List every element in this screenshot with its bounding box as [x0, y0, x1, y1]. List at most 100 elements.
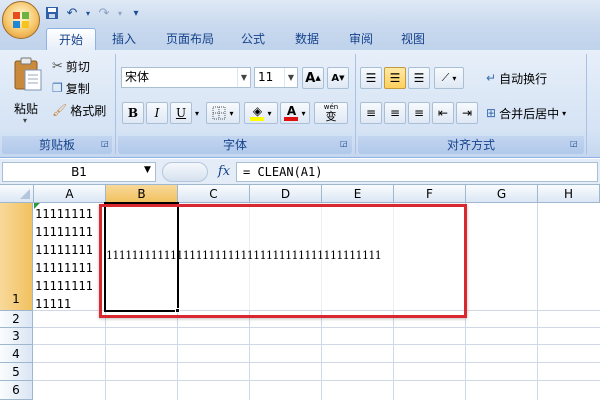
formula-input[interactable]: = CLEAN(A1)	[236, 162, 598, 182]
tab-page-layout[interactable]: 页面布局	[158, 28, 222, 50]
tab-data[interactable]: 数据	[287, 28, 327, 50]
column-header-e[interactable]: E	[322, 185, 394, 203]
chevron-down-icon[interactable]: ▼	[237, 68, 250, 87]
row-header-6[interactable]: 6	[0, 381, 33, 400]
quick-access-toolbar: ↶ ▾ ↷ ▾ ▾	[44, 3, 144, 23]
worksheet-grid[interactable]: A B C D E F G H 1 2 3 4 5 6 11111111 111…	[0, 185, 600, 400]
clipboard-launcher-icon[interactable]: ◲	[101, 139, 111, 149]
customize-icon[interactable]: ▾	[128, 5, 144, 21]
undo-dropdown-icon[interactable]: ▾	[84, 5, 92, 21]
name-box[interactable]: B1	[2, 162, 156, 182]
tab-view[interactable]: 视图	[393, 28, 433, 50]
office-button[interactable]	[2, 1, 40, 39]
orientation-button[interactable]: ⟋ ▾	[434, 67, 464, 89]
tab-insert[interactable]: 插入	[104, 28, 144, 50]
cell-a1-line: 11111111	[35, 207, 93, 221]
row-header-5[interactable]: 5	[0, 363, 33, 381]
undo-icon[interactable]: ↶	[64, 5, 80, 21]
save-icon[interactable]	[44, 5, 60, 21]
highlight-annotation-box	[99, 204, 467, 318]
column-header-g[interactable]: G	[466, 185, 538, 203]
phonetic-button[interactable]: wén 变	[314, 102, 348, 124]
column-header-b[interactable]: B	[106, 185, 178, 203]
tab-formulas[interactable]: 公式	[233, 28, 273, 50]
column-header-a[interactable]: A	[34, 185, 106, 203]
tab-home[interactable]: 开始	[46, 28, 96, 50]
font-name-combo[interactable]: 宋体 ▼	[121, 67, 251, 88]
borders-button[interactable]: ▾	[206, 102, 240, 124]
wrap-text-icon: ↵	[486, 71, 497, 85]
align-bottom-icon: ☰	[413, 71, 425, 85]
underline-button[interactable]: U	[170, 102, 192, 124]
redo-dropdown-icon[interactable]: ▾	[116, 5, 124, 21]
format-painter-button[interactable]: 🖌 格式刷	[52, 100, 106, 120]
decrease-indent-button[interactable]: ⇤	[432, 102, 454, 124]
cell-a1-line: 11111	[35, 297, 72, 310]
column-header-d[interactable]: D	[250, 185, 322, 203]
paste-button[interactable]: 粘贴 ▾	[8, 56, 46, 130]
align-left-button[interactable]: ≡	[360, 102, 382, 124]
redo-icon[interactable]: ↷	[96, 5, 112, 21]
shrink-font-icon: A	[331, 72, 340, 84]
tab-review[interactable]: 审阅	[341, 28, 381, 50]
merge-center-icon: ⊞	[486, 106, 497, 120]
alignment-launcher-icon[interactable]: ◲	[570, 139, 580, 149]
align-top-button[interactable]: ☰	[360, 67, 382, 89]
font-group-label: 字体	[118, 136, 352, 154]
align-middle-button[interactable]: ☰	[384, 67, 406, 89]
underline-dropdown-icon[interactable]: ▾	[192, 102, 202, 124]
align-left-icon: ≡	[365, 106, 377, 120]
shrink-font-button[interactable]: A ▼	[327, 67, 349, 89]
font-size-combo[interactable]: 11 ▼	[254, 67, 298, 88]
copy-button[interactable]: ❐ 复制	[52, 78, 90, 98]
align-center-button[interactable]: ≡	[384, 102, 406, 124]
ribbon: 粘贴 ▾ ✂ 剪切 ❐ 复制 🖌 格式刷 剪贴板 ◲ 宋体 ▼ 11 ▼ A ▲ …	[0, 50, 600, 158]
cell-a1[interactable]: 11111111 11111111 11111111 11111111 1111…	[34, 203, 105, 310]
font-color-button[interactable]: A ▾	[280, 102, 310, 124]
merge-center-button[interactable]: ⊞ 合并后居中 ▾	[486, 103, 566, 123]
cut-button[interactable]: ✂ 剪切	[52, 56, 90, 76]
formula-bar-splitter[interactable]	[162, 162, 208, 182]
column-header-f[interactable]: F	[394, 185, 466, 203]
paste-label: 粘贴	[14, 102, 39, 116]
cell-a1-line: 11111111	[35, 243, 93, 257]
grow-font-button[interactable]: A ▲	[302, 67, 324, 89]
fill-bucket-icon: ◈	[250, 105, 265, 121]
gridline	[33, 344, 600, 345]
row-header-3[interactable]: 3	[0, 328, 33, 345]
name-box-dropdown-icon[interactable]: ▼	[144, 165, 151, 175]
italic-button[interactable]: I	[146, 102, 168, 124]
office-logo-icon	[13, 12, 29, 28]
decrease-indent-icon: ⇤	[437, 106, 449, 120]
grow-font-icon: A	[305, 70, 316, 86]
wrap-text-button[interactable]: ↵ 自动换行	[486, 68, 547, 88]
row-header-1[interactable]: 1	[0, 203, 33, 311]
cell-a1-line: 11111111	[35, 225, 93, 239]
wrap-text-label: 自动换行	[499, 71, 548, 86]
borders-icon	[212, 106, 226, 120]
align-bottom-button[interactable]: ☰	[408, 67, 430, 89]
bold-button[interactable]: B	[122, 102, 144, 124]
cut-label: 剪切	[65, 59, 90, 74]
gridline	[537, 203, 538, 400]
gridline	[393, 311, 394, 400]
increase-indent-button[interactable]: ⇥	[456, 102, 478, 124]
insert-function-button[interactable]: fx	[213, 162, 235, 182]
align-right-button[interactable]: ≡	[408, 102, 430, 124]
font-launcher-icon[interactable]: ◲	[340, 139, 350, 149]
cell-a1-line: 11111111	[35, 261, 93, 275]
name-box-value: B1	[71, 165, 87, 179]
row-header-2[interactable]: 2	[0, 311, 33, 328]
phonetic-char: 变	[325, 110, 337, 123]
formula-bar: B1 ▼ fx = CLEAN(A1)	[0, 159, 600, 185]
gridline	[33, 362, 600, 363]
column-header-h[interactable]: H	[538, 185, 600, 203]
select-all-triangle-icon	[20, 189, 30, 199]
column-header-c[interactable]: C	[178, 185, 250, 203]
copy-icon: ❐	[52, 81, 63, 95]
row-header-4[interactable]: 4	[0, 345, 33, 363]
fill-color-button[interactable]: ◈ ▾	[244, 102, 278, 124]
select-all-corner[interactable]	[0, 185, 34, 203]
chevron-down-icon[interactable]: ▼	[284, 68, 297, 87]
gridline	[321, 311, 322, 400]
